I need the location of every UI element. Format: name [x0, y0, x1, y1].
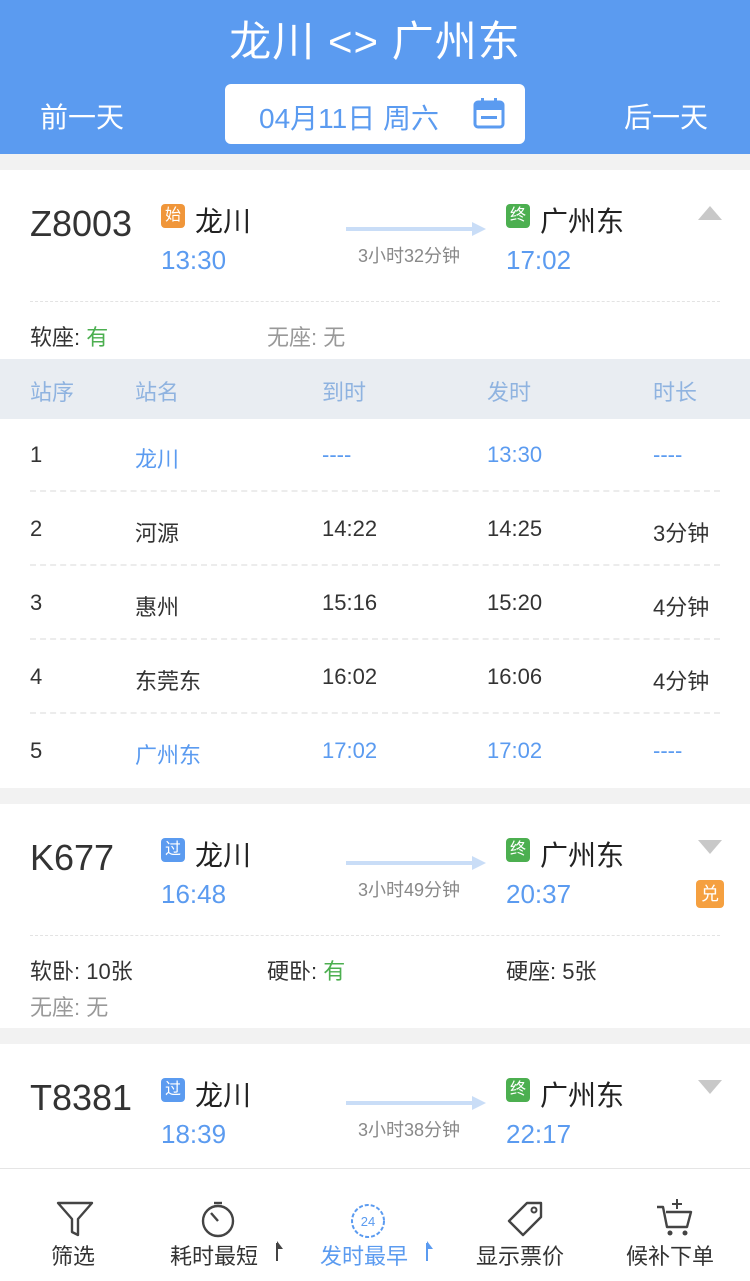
origin-badge: 始	[161, 204, 185, 228]
train-number: Z8003	[30, 203, 133, 244]
col-header: 到时	[322, 380, 367, 405]
seat-info: 无座: 无	[30, 995, 109, 1020]
sort-arrow-icon	[426, 1241, 433, 1261]
train-number: K677	[30, 837, 115, 878]
duration: 3小时38分钟	[358, 1120, 461, 1140]
arrive-time: 22:17	[506, 1119, 572, 1149]
to-station: 广州东	[540, 1080, 625, 1111]
from-station: 龙川	[195, 840, 252, 871]
col-header: 时长	[653, 380, 698, 405]
from-station: 龙川	[195, 206, 252, 237]
depart-time: 18:39	[161, 1119, 227, 1149]
tab-filter[interactable]: 筛选	[0, 1169, 150, 1281]
exchange-badge: 兑	[696, 880, 724, 908]
arrow-right-icon	[346, 856, 486, 870]
col-header: 站名	[135, 380, 180, 405]
svg-text:24: 24	[361, 1214, 375, 1229]
seat-info: 软卧: 10张	[30, 959, 133, 984]
tab-shortest-duration[interactable]: 耗时最短	[150, 1169, 300, 1281]
tab-label: 候补下单	[626, 1244, 715, 1269]
pass-through-badge: 过	[161, 1078, 185, 1102]
train-card[interactable]: T8381 过 龙川 18:39 3小时38分钟 终 广州东 22:17	[0, 1044, 750, 1168]
duration: 3小时49分钟	[358, 880, 461, 900]
expand-arrow-icon[interactable]	[698, 1080, 722, 1094]
seat-info: 硬座: 5张	[506, 959, 597, 984]
tab-waitlist-order[interactable]: 候补下单	[600, 1169, 750, 1281]
tab-label: 筛选	[51, 1244, 96, 1269]
filter-icon	[56, 1201, 94, 1237]
pass-through-badge: 过	[161, 838, 185, 862]
stop-table-header: 站序 站名 到时 发时 时长	[0, 359, 750, 419]
train-number: T8381	[30, 1077, 133, 1118]
bottom-toolbar: 筛选 耗时最短 24 发时最早 显示票价 候补下单	[0, 1168, 750, 1281]
col-header: 发时	[487, 380, 532, 405]
calendar-icon	[473, 98, 505, 129]
row-divider	[30, 564, 720, 566]
arrive-time: 17:02	[506, 245, 572, 275]
expand-arrow-icon[interactable]	[698, 840, 722, 854]
stop-row: 4 东莞东 16:02 16:06 4分钟	[30, 664, 710, 694]
seat-info: 无座: 无	[267, 325, 346, 350]
stop-row: 5 广州东 17:02 17:02 ----	[30, 738, 683, 768]
selected-date: 04月11日 周六	[259, 103, 439, 134]
tab-label: 耗时最短	[170, 1244, 259, 1269]
clock-24-icon: 24	[351, 1204, 385, 1238]
row-divider	[30, 712, 720, 714]
terminus-badge: 终	[506, 838, 530, 862]
from-station: 龙川	[195, 1080, 252, 1111]
prev-day-button[interactable]: 前一天	[40, 96, 124, 136]
stop-row: 3 惠州 15:16 15:20 4分钟	[30, 590, 710, 620]
to-station: 广州东	[540, 840, 625, 871]
arrow-right-icon	[346, 1096, 486, 1110]
divider	[30, 935, 720, 936]
row-divider	[30, 490, 720, 492]
depart-time: 16:48	[161, 879, 227, 909]
duration: 3小时32分钟	[358, 246, 461, 266]
arrive-time: 20:37	[506, 879, 572, 909]
train-card[interactable]: Z8003 始 龙川 13:30 3小时32分钟 终 广州东 17:02 软座:…	[0, 170, 750, 788]
row-divider	[30, 638, 720, 640]
to-station: 广州东	[540, 206, 625, 237]
tab-show-price[interactable]: 显示票价	[450, 1169, 600, 1281]
top-header: 龙川 <> 广州东 前一天 04月11日 周六 后一天	[0, 0, 750, 154]
next-day-button[interactable]: 后一天	[624, 96, 708, 136]
arrow-right-icon	[346, 222, 486, 236]
tab-earliest-departure[interactable]: 24 发时最早	[300, 1169, 450, 1281]
terminus-badge: 终	[506, 1078, 530, 1102]
seat-info: 软座: 有	[30, 325, 109, 350]
divider	[30, 301, 720, 302]
depart-time: 13:30	[161, 245, 227, 275]
tab-label: 发时最早	[320, 1244, 409, 1269]
date-picker[interactable]: 04月11日 周六	[225, 84, 525, 144]
train-card[interactable]: K677 过 龙川 16:48 3小时49分钟 终 广州东 20:37 兑 软卧…	[0, 804, 750, 1028]
col-header: 站序	[30, 380, 75, 405]
price-tag-icon	[507, 1201, 543, 1237]
route-title: 龙川 <> 广州东	[229, 18, 521, 65]
stopwatch-icon	[201, 1201, 235, 1238]
stop-row: 2 河源 14:22 14:25 3分钟	[30, 516, 710, 546]
stop-row: 1 龙川 ---- 13:30 ----	[30, 442, 683, 472]
sort-arrow-icon	[276, 1241, 283, 1261]
terminus-badge: 终	[506, 204, 530, 228]
collapse-arrow-icon[interactable]	[698, 206, 722, 220]
cart-add-icon	[657, 1199, 693, 1236]
seat-info: 硬卧: 有	[267, 959, 346, 984]
tab-label: 显示票价	[476, 1244, 565, 1269]
